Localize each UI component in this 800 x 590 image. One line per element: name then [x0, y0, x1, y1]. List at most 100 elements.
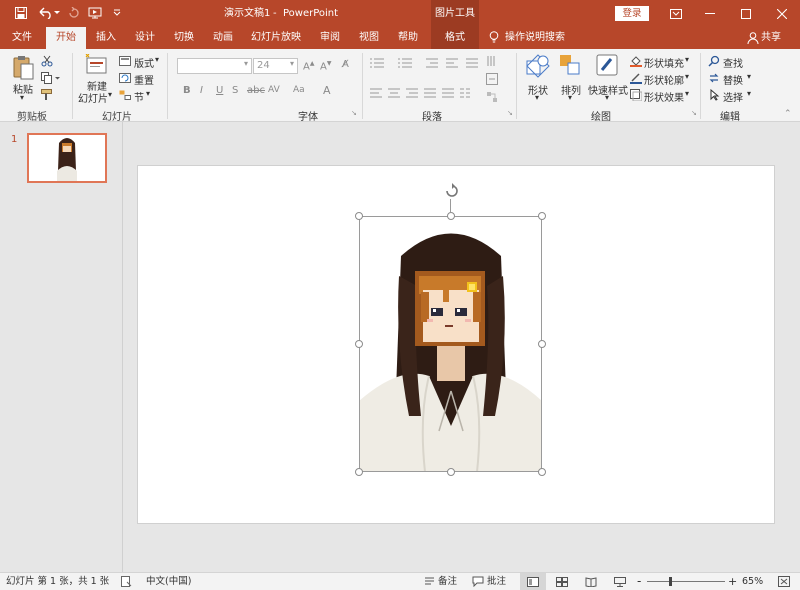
normal-view-button[interactable]: [520, 573, 546, 590]
shapes-dropdown-icon[interactable]: ▾: [535, 93, 539, 102]
slide-thumbnail[interactable]: [27, 133, 107, 183]
copy-icon[interactable]: [41, 72, 61, 87]
arrange-dropdown-icon[interactable]: ▾: [568, 93, 572, 102]
notes-icon[interactable]: [424, 573, 435, 590]
dialog-launcher-icon[interactable]: ↘: [507, 109, 513, 117]
resize-handle-top-left[interactable]: [355, 212, 363, 220]
shapes-icon[interactable]: [526, 54, 550, 81]
shape-fill-icon[interactable]: [630, 55, 642, 70]
tab-transitions[interactable]: 切换: [166, 27, 202, 49]
quick-styles-dropdown-icon[interactable]: ▾: [605, 93, 609, 102]
format-painter-icon[interactable]: [41, 89, 53, 104]
bold-icon[interactable]: B: [183, 85, 191, 96]
select-dropdown-icon[interactable]: ▾: [747, 89, 751, 98]
shape-effects-button[interactable]: 形状效果: [644, 89, 684, 104]
shape-outline-icon[interactable]: [630, 72, 642, 87]
tab-file[interactable]: 文件: [4, 27, 40, 49]
cut-icon[interactable]: [41, 55, 53, 70]
new-slide-label-2[interactable]: 幻灯片: [78, 90, 108, 105]
font-color-icon[interactable]: A: [323, 84, 331, 97]
ribbon-display-options-icon[interactable]: [658, 0, 694, 27]
comments-icon[interactable]: [472, 573, 484, 590]
zoom-slider-thumb[interactable]: [669, 577, 672, 586]
text-shadow-icon[interactable]: S: [232, 85, 238, 96]
rotate-handle-icon[interactable]: [444, 183, 460, 202]
paste-icon[interactable]: [12, 55, 34, 84]
layout-button[interactable]: 版式: [134, 55, 154, 70]
tab-view[interactable]: 视图: [351, 27, 387, 49]
find-icon[interactable]: [708, 55, 720, 70]
tell-me-search[interactable]: 操作说明搜索: [505, 27, 569, 49]
new-slide-dropdown-icon[interactable]: ▾: [108, 90, 112, 99]
replace-dropdown-icon[interactable]: ▾: [747, 72, 751, 81]
zoom-level[interactable]: 65%: [742, 573, 763, 590]
minimize-icon[interactable]: [692, 0, 728, 27]
close-icon[interactable]: [764, 0, 800, 27]
language-status[interactable]: 中文(中国): [146, 573, 191, 590]
section-icon[interactable]: [119, 90, 131, 103]
resize-handle-left[interactable]: [355, 340, 363, 348]
shape-outline-dropdown-icon[interactable]: ▾: [685, 72, 689, 81]
slide-sorter-icon[interactable]: [556, 573, 568, 590]
underline-icon[interactable]: U: [216, 85, 223, 96]
layout-icon[interactable]: [119, 56, 131, 69]
tab-animations[interactable]: 动画: [205, 27, 241, 49]
fit-to-window-icon[interactable]: [778, 573, 790, 590]
resize-handle-bottom-right[interactable]: [538, 468, 546, 476]
resize-handle-top[interactable]: [447, 212, 455, 220]
section-dropdown-icon[interactable]: ▾: [146, 89, 150, 98]
tab-help[interactable]: 帮助: [390, 27, 426, 49]
accessibility-icon[interactable]: [121, 573, 132, 590]
find-button[interactable]: 查找: [723, 55, 743, 70]
replace-icon[interactable]: [708, 72, 720, 87]
reset-icon[interactable]: [119, 73, 131, 86]
zoom-out-button[interactable]: -: [637, 573, 641, 590]
notes-button[interactable]: 备注: [438, 573, 457, 590]
share-button[interactable]: 共享: [761, 27, 785, 49]
resize-handle-bottom-left[interactable]: [355, 468, 363, 476]
font-size-select[interactable]: 24 ▾: [253, 58, 298, 74]
reading-view-icon[interactable]: [585, 573, 597, 590]
dialog-launcher-icon[interactable]: ↘: [691, 109, 697, 117]
text-direction-icon[interactable]: [486, 55, 498, 70]
slideshow-view-icon[interactable]: [614, 573, 626, 590]
zoom-slider-track[interactable]: [647, 581, 725, 582]
clear-formatting-icon[interactable]: A̸: [342, 59, 349, 70]
new-slide-icon[interactable]: [84, 53, 108, 79]
shape-fill-button[interactable]: 形状填充: [644, 55, 684, 70]
zoom-in-button[interactable]: +: [728, 573, 737, 590]
selected-picture[interactable]: [359, 216, 542, 472]
resize-handle-right[interactable]: [538, 340, 546, 348]
font-name-select[interactable]: ▾: [177, 58, 252, 74]
select-icon[interactable]: [708, 88, 720, 104]
resize-handle-bottom[interactable]: [447, 468, 455, 476]
shape-fill-dropdown-icon[interactable]: ▾: [685, 55, 689, 64]
tab-format[interactable]: 格式: [431, 27, 479, 49]
tab-review[interactable]: 审阅: [312, 27, 348, 49]
resize-handle-top-right[interactable]: [538, 212, 546, 220]
shape-effects-icon[interactable]: [630, 89, 643, 104]
replace-button[interactable]: 替换: [723, 72, 743, 87]
strikethrough-icon[interactable]: abc: [247, 85, 265, 96]
dialog-launcher-icon[interactable]: ↘: [351, 109, 357, 117]
decrease-font-size-icon[interactable]: A▼: [320, 60, 331, 72]
smartart-icon[interactable]: [486, 91, 498, 106]
select-button[interactable]: 选择: [723, 89, 743, 104]
increase-font-size-icon[interactable]: A▲: [303, 60, 314, 72]
comments-button[interactable]: 批注: [487, 573, 506, 590]
login-button[interactable]: 登录: [615, 6, 649, 21]
paste-dropdown-icon[interactable]: ▾: [20, 93, 24, 102]
align-text-icon[interactable]: [486, 73, 498, 88]
shape-effects-dropdown-icon[interactable]: ▾: [685, 89, 689, 98]
section-button[interactable]: 节: [134, 89, 144, 104]
quick-styles-icon[interactable]: [596, 54, 618, 81]
shape-outline-button[interactable]: 形状轮廓: [644, 72, 684, 87]
collapse-ribbon-icon[interactable]: ⌃: [784, 109, 792, 119]
tab-home[interactable]: 开始: [46, 27, 86, 49]
tab-design[interactable]: 设计: [127, 27, 163, 49]
maximize-icon[interactable]: [728, 0, 764, 27]
tab-insert[interactable]: 插入: [88, 27, 124, 49]
tab-slideshow[interactable]: 幻灯片放映: [248, 27, 304, 49]
italic-icon[interactable]: I: [200, 85, 203, 96]
reset-button[interactable]: 重置: [134, 72, 154, 87]
